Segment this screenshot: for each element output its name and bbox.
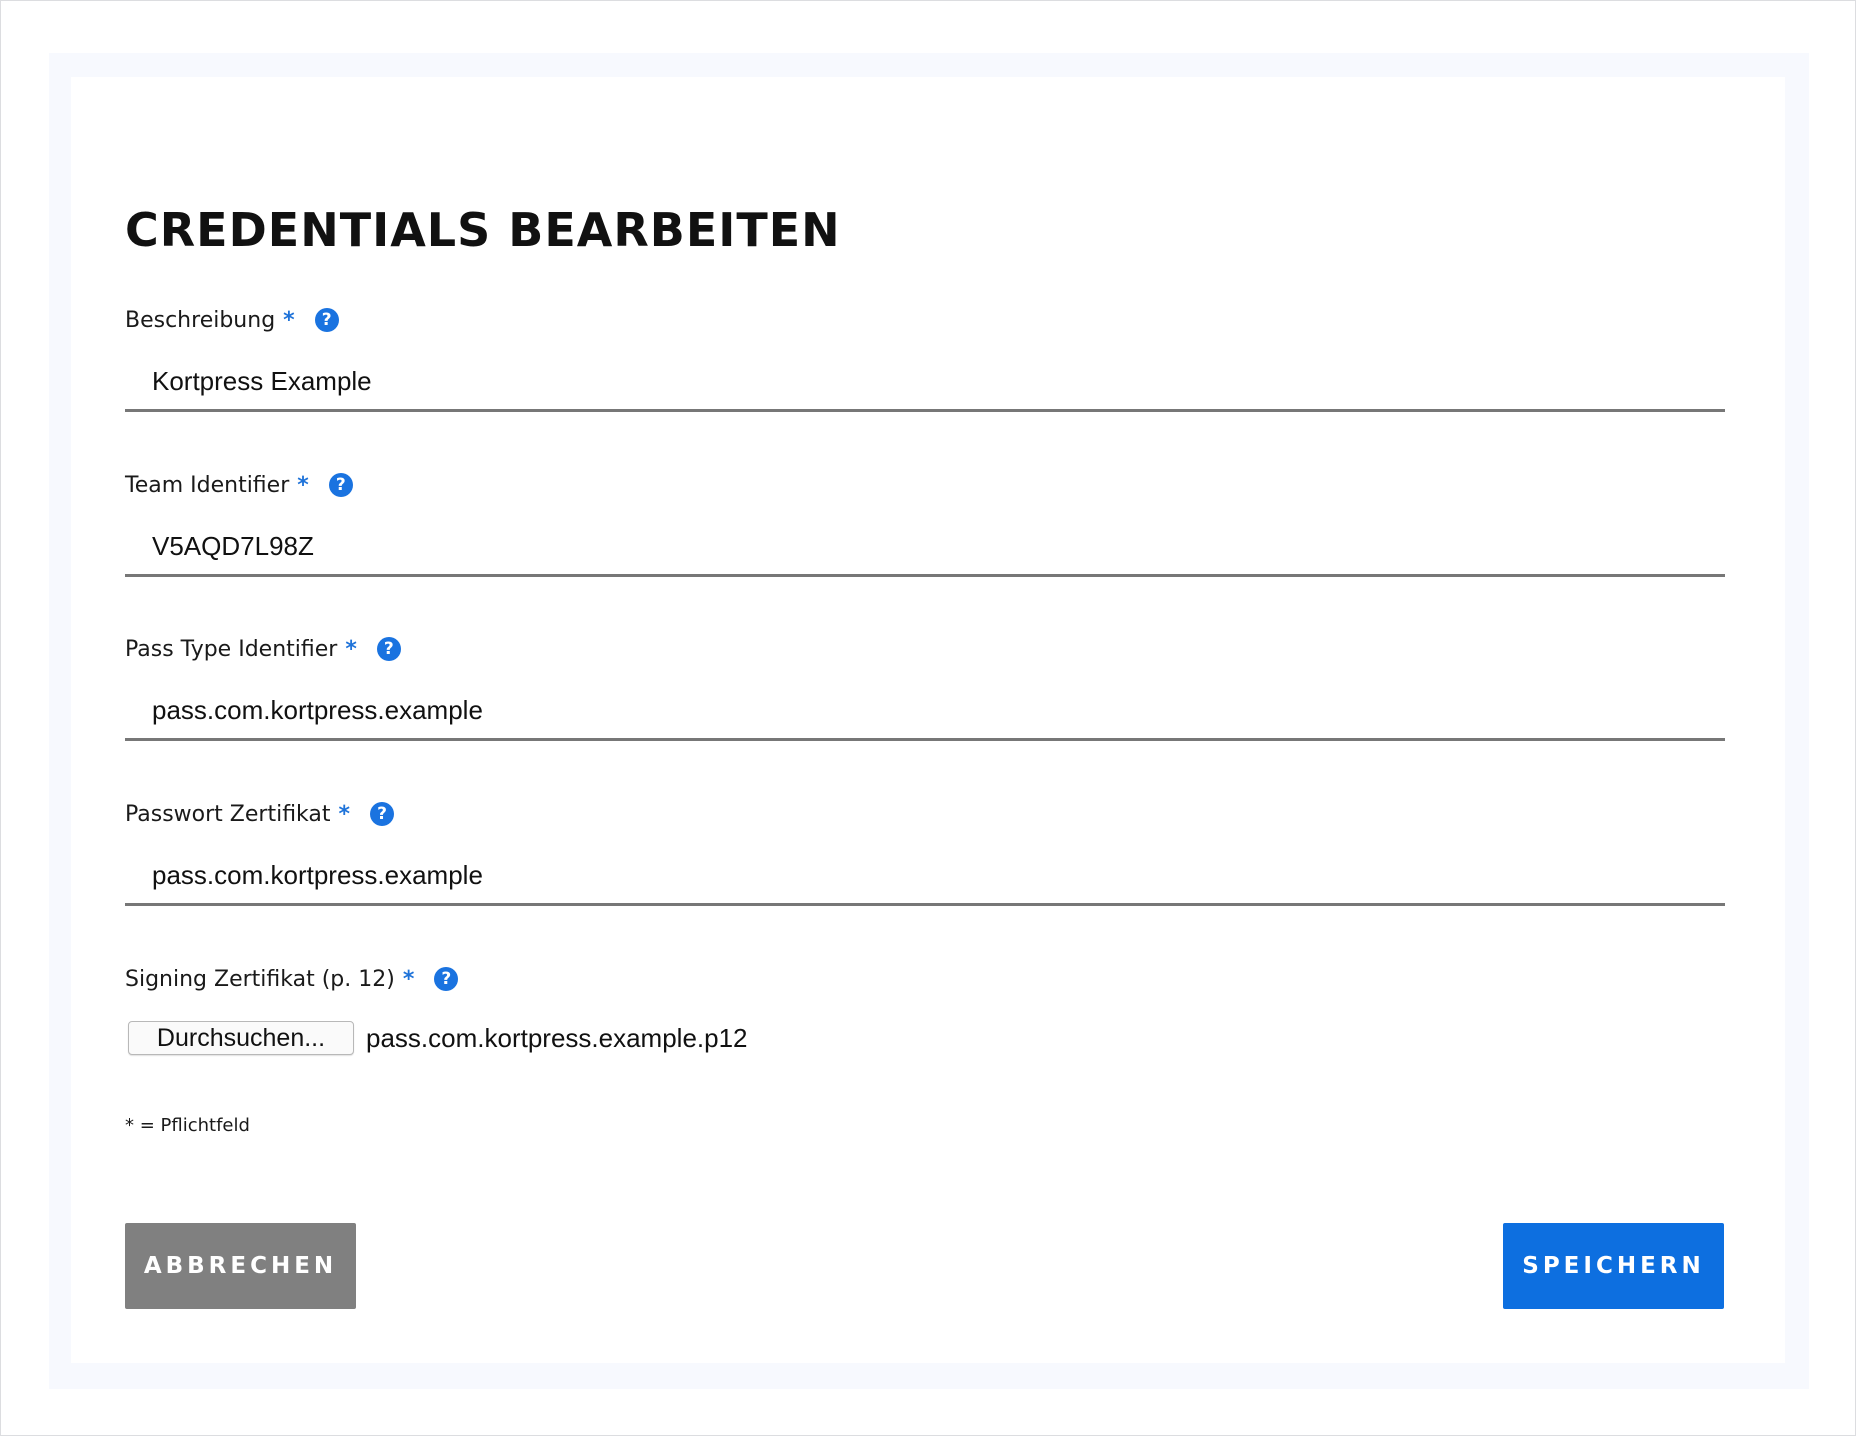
file-picker: Durchsuchen... pass.com.kortpress.exampl… bbox=[125, 1021, 748, 1055]
required-marker: * bbox=[283, 307, 295, 333]
required-marker: * bbox=[345, 636, 357, 662]
question-circle-icon[interactable]: ? bbox=[328, 473, 353, 497]
selected-file-name: pass.com.kortpress.example.p12 bbox=[366, 1022, 748, 1053]
required-marker: * bbox=[338, 801, 351, 827]
pass-type-identifier-input[interactable] bbox=[125, 683, 1725, 741]
field-label: Team Identifier bbox=[125, 472, 290, 498]
required-field-note: * = Pflichtfeld bbox=[125, 1115, 250, 1136]
required-marker: * bbox=[402, 966, 415, 992]
question-circle-icon[interactable]: ? bbox=[434, 967, 459, 991]
field-label-row: Pass Type Identifier * ? bbox=[125, 631, 401, 667]
field-label: Passwort Zertifikat bbox=[125, 801, 331, 827]
required-marker: * bbox=[297, 472, 309, 498]
team-identifier-input[interactable] bbox=[125, 519, 1725, 577]
cancel-button[interactable]: ABBRECHEN bbox=[125, 1223, 356, 1309]
save-button[interactable]: SPEICHERN bbox=[1503, 1223, 1724, 1309]
question-circle-icon[interactable]: ? bbox=[314, 308, 339, 332]
page-title: CREDENTIALS BEARBEITEN bbox=[125, 203, 841, 257]
field-label-row: Signing Zertifikat (p. 12) * ? bbox=[125, 961, 459, 997]
field-label-row: Passwort Zertifikat * ? bbox=[125, 796, 395, 832]
field-label: Signing Zertifikat (p. 12) bbox=[125, 966, 395, 992]
browse-file-button[interactable]: Durchsuchen... bbox=[128, 1021, 354, 1055]
page: CREDENTIALS BEARBEITEN Beschreibung * ? … bbox=[0, 0, 1856, 1436]
question-circle-icon[interactable]: ? bbox=[376, 637, 401, 661]
field-label: Pass Type Identifier bbox=[125, 636, 338, 662]
beschreibung-input[interactable] bbox=[125, 354, 1725, 412]
question-circle-icon[interactable]: ? bbox=[370, 802, 395, 826]
field-label-row: Team Identifier * ? bbox=[125, 467, 353, 503]
field-label: Beschreibung bbox=[125, 307, 276, 333]
passwort-zertifikat-input[interactable] bbox=[125, 848, 1725, 906]
field-label-row: Beschreibung * ? bbox=[125, 302, 339, 338]
